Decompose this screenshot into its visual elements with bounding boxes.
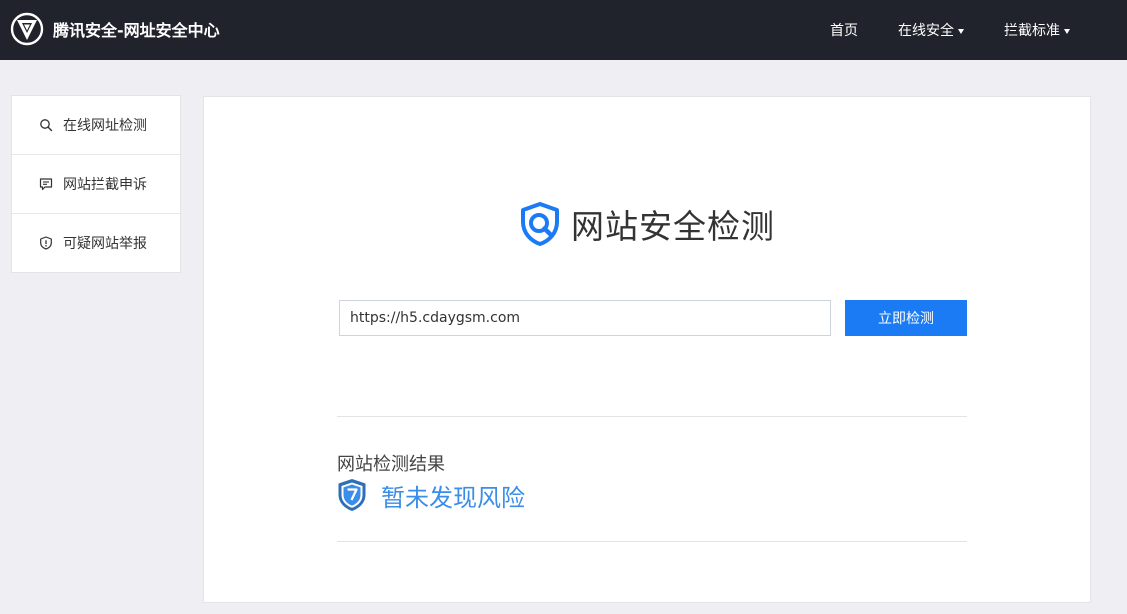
page-heading: 网站安全检测	[517, 200, 775, 248]
nav-block-standard[interactable]: 拦截标准	[1004, 0, 1070, 60]
result-label: 网站检测结果	[337, 454, 445, 475]
nav-home[interactable]: 首页	[830, 0, 858, 60]
page-title: 网站安全检测	[571, 207, 775, 246]
check-now-button[interactable]: 立即检测	[845, 300, 967, 336]
site-title: 腾讯安全-网址安全中心	[53, 21, 220, 40]
shield-unknown-icon	[338, 479, 366, 511]
url-input[interactable]	[339, 300, 831, 336]
sidebar-item-label: 可疑网站举报	[63, 236, 147, 252]
message-icon	[39, 178, 53, 191]
nav-home-label: 首页	[830, 23, 858, 39]
tencent-security-logo-icon	[10, 12, 44, 46]
nav-block-standard-label: 拦截标准	[1004, 23, 1060, 39]
sidebar-item-appeal[interactable]: 网站拦截申诉	[12, 154, 180, 213]
top-bar: 腾讯安全-网址安全中心 首页 在线安全 拦截标准	[0, 0, 1127, 60]
sidebar-item-report[interactable]: 可疑网站举报	[12, 213, 180, 272]
nav-online-security-label: 在线安全	[898, 23, 954, 39]
sidebar-item-url-check[interactable]: 在线网址检测	[12, 96, 180, 154]
caret-down-icon	[958, 28, 964, 34]
main-card	[203, 96, 1091, 603]
nav-online-security[interactable]: 在线安全	[898, 0, 964, 60]
shield-alert-icon	[40, 236, 52, 250]
shield-search-logo-icon	[521, 202, 559, 246]
caret-down-icon	[1064, 28, 1070, 34]
result-row: 暂未发现风险	[337, 478, 525, 512]
sidebar: 在线网址检测 网站拦截申诉 可疑网站举报	[11, 95, 181, 273]
search-icon	[40, 119, 53, 132]
sidebar-item-label: 在线网址检测	[63, 118, 147, 134]
result-status: 暂未发现风险	[381, 483, 525, 512]
divider	[337, 416, 967, 417]
divider	[337, 541, 967, 542]
brand[interactable]: 腾讯安全-网址安全中心	[10, 11, 220, 47]
sidebar-item-label: 网站拦截申诉	[63, 177, 147, 193]
